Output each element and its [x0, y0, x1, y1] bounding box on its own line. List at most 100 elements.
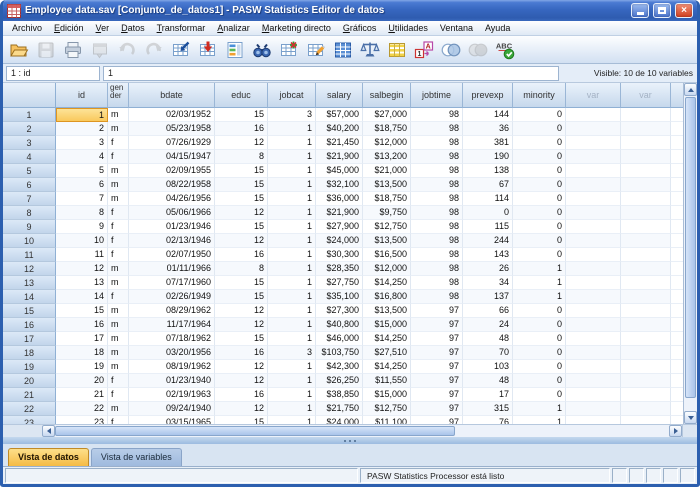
cell-2-var1[interactable]: [566, 122, 621, 136]
cell-19-minority[interactable]: 0: [513, 360, 566, 374]
cell-16-salary[interactable]: $40,800: [316, 318, 363, 332]
row-header-14[interactable]: 14: [3, 290, 56, 304]
menu-ver[interactable]: Ver: [90, 22, 116, 34]
cell-23-educ[interactable]: 15: [215, 416, 268, 424]
cell-17-jobtime[interactable]: 97: [411, 332, 463, 346]
cell-12-jobtime[interactable]: 98: [411, 262, 463, 276]
cell-16-id[interactable]: 16: [56, 318, 108, 332]
row-header-13[interactable]: 13: [3, 276, 56, 290]
cell-12-id[interactable]: 12: [56, 262, 108, 276]
cell-15-educ[interactable]: 12: [215, 304, 268, 318]
cell-7-educ[interactable]: 15: [215, 192, 268, 206]
cell-20-jobtime[interactable]: 97: [411, 374, 463, 388]
cell-10-minority[interactable]: 0: [513, 234, 566, 248]
row-header-4[interactable]: 4: [3, 150, 56, 164]
cell-12-educ[interactable]: 8: [215, 262, 268, 276]
cell-7-var1[interactable]: [566, 192, 621, 206]
cell-12-salary[interactable]: $28,350: [316, 262, 363, 276]
cell-7-salary[interactable]: $36,000: [316, 192, 363, 206]
cell-11-salary[interactable]: $30,300: [316, 248, 363, 262]
cell-5-var1[interactable]: [566, 164, 621, 178]
cell-5-salbegin[interactable]: $21,000: [363, 164, 411, 178]
cell-5-var2[interactable]: [621, 164, 671, 178]
row-header-15[interactable]: 15: [3, 304, 56, 318]
cell-14-gender[interactable]: f: [108, 290, 129, 304]
cell-9-id[interactable]: 9: [56, 220, 108, 234]
cell-20-jobcat[interactable]: 1: [268, 374, 316, 388]
cell-18-prevexp[interactable]: 70: [463, 346, 513, 360]
cell-7-bdate[interactable]: 04/26/1956: [129, 192, 215, 206]
cell-10-jobcat[interactable]: 1: [268, 234, 316, 248]
cell-20-gender[interactable]: f: [108, 374, 129, 388]
cell-19-educ[interactable]: 12: [215, 360, 268, 374]
cell-7-minority[interactable]: 0: [513, 192, 566, 206]
cell-3-id[interactable]: 3: [56, 136, 108, 150]
cell-22-bdate[interactable]: 09/24/1940: [129, 402, 215, 416]
cell-17-var1[interactable]: [566, 332, 621, 346]
cell-5-gender[interactable]: m: [108, 164, 129, 178]
cell-3-bdate[interactable]: 07/26/1929: [129, 136, 215, 150]
cell-15-prevexp[interactable]: 66: [463, 304, 513, 318]
cell-5-minority[interactable]: 0: [513, 164, 566, 178]
cell-17-bdate[interactable]: 07/18/1962: [129, 332, 215, 346]
cell-13-id[interactable]: 13: [56, 276, 108, 290]
cell-12-var2[interactable]: [621, 262, 671, 276]
cell-9-bdate[interactable]: 01/23/1946: [129, 220, 215, 234]
cell-6-jobcat[interactable]: 1: [268, 178, 316, 192]
cell-10-educ[interactable]: 12: [215, 234, 268, 248]
row-header-3[interactable]: 3: [3, 136, 56, 150]
row-header-20[interactable]: 20: [3, 374, 56, 388]
cell-4-bdate[interactable]: 04/15/1947: [129, 150, 215, 164]
cell-6-minority[interactable]: 0: [513, 178, 566, 192]
cell-11-bdate[interactable]: 02/07/1950: [129, 248, 215, 262]
cell-11-salbegin[interactable]: $16,500: [363, 248, 411, 262]
cell-18-salary[interactable]: $103,750: [316, 346, 363, 360]
cell-14-var1[interactable]: [566, 290, 621, 304]
cell-17-prevexp[interactable]: 48: [463, 332, 513, 346]
insert-variable-button[interactable]: [303, 38, 329, 62]
cell-6-var2[interactable]: [621, 178, 671, 192]
cell-17-var2[interactable]: [621, 332, 671, 346]
cell-10-bdate[interactable]: 02/13/1946: [129, 234, 215, 248]
cell-14-bdate[interactable]: 02/26/1949: [129, 290, 215, 304]
cell-5-prevexp[interactable]: 138: [463, 164, 513, 178]
minimize-button[interactable]: [631, 3, 649, 18]
cell-11-var2[interactable]: [621, 248, 671, 262]
cell-6-prevexp[interactable]: 67: [463, 178, 513, 192]
cell-18-jobtime[interactable]: 97: [411, 346, 463, 360]
cell-20-var1[interactable]: [566, 374, 621, 388]
menu-edici-n[interactable]: Edición: [48, 22, 90, 34]
cell-22-educ[interactable]: 12: [215, 402, 268, 416]
cell-15-jobcat[interactable]: 1: [268, 304, 316, 318]
menu-utilidades[interactable]: Utilidades: [382, 22, 434, 34]
cell-6-salbegin[interactable]: $13,500: [363, 178, 411, 192]
scroll-left-button[interactable]: [42, 425, 55, 437]
cell-18-var1[interactable]: [566, 346, 621, 360]
column-header-salary[interactable]: salary: [316, 83, 363, 108]
cell-2-id[interactable]: 2: [56, 122, 108, 136]
cell-6-bdate[interactable]: 08/22/1958: [129, 178, 215, 192]
cell-10-gender[interactable]: f: [108, 234, 129, 248]
cell-19-id[interactable]: 19: [56, 360, 108, 374]
cell-13-educ[interactable]: 15: [215, 276, 268, 290]
row-header-23[interactable]: 23: [3, 416, 56, 424]
cell-7-id[interactable]: 7: [56, 192, 108, 206]
row-header-9[interactable]: 9: [3, 220, 56, 234]
cell-4-var2[interactable]: [621, 150, 671, 164]
cell-15-minority[interactable]: 0: [513, 304, 566, 318]
cell-3-jobcat[interactable]: 1: [268, 136, 316, 150]
cell-7-prevexp[interactable]: 114: [463, 192, 513, 206]
vertical-scroll-thumb[interactable]: [685, 97, 696, 398]
cell-8-salbegin[interactable]: $9,750: [363, 206, 411, 220]
cell-15-id[interactable]: 15: [56, 304, 108, 318]
cell-11-gender[interactable]: f: [108, 248, 129, 262]
cell-8-gender[interactable]: f: [108, 206, 129, 220]
row-header-10[interactable]: 10: [3, 234, 56, 248]
cell-20-prevexp[interactable]: 48: [463, 374, 513, 388]
cell-18-jobcat[interactable]: 3: [268, 346, 316, 360]
cell-8-var2[interactable]: [621, 206, 671, 220]
cell-1-var2[interactable]: [621, 108, 671, 122]
column-header-var1[interactable]: var: [566, 83, 621, 108]
value-labels-button[interactable]: 1A: [411, 38, 437, 62]
menu-ventana[interactable]: Ventana: [434, 22, 479, 34]
